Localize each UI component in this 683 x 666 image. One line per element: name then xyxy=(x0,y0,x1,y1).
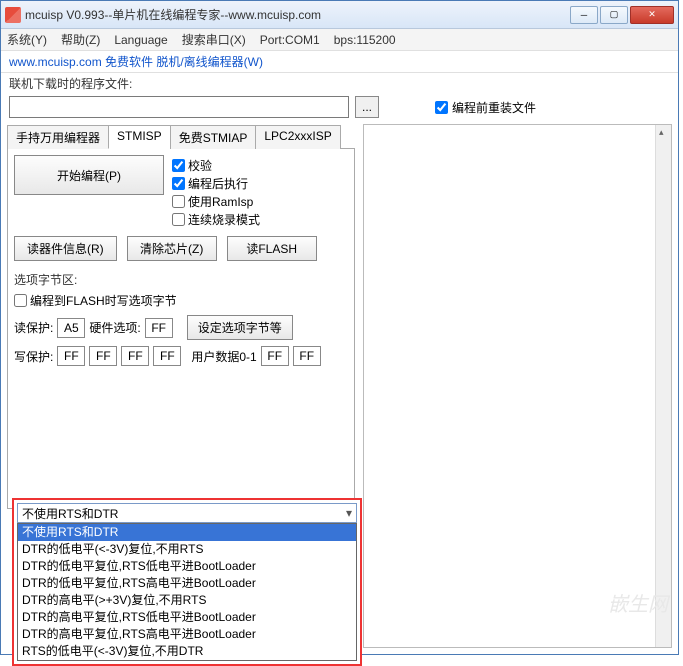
erase-button[interactable]: 清除芯片(Z) xyxy=(127,236,217,261)
runafter-checkbox[interactable] xyxy=(172,177,185,190)
verify-checkbox[interactable] xyxy=(172,159,185,172)
window-title: mcuisp V0.993--单片机在线编程专家--www.mcuisp.com xyxy=(25,6,570,23)
tab-lpc[interactable]: LPC2xxxISP xyxy=(255,125,340,149)
log-scrollbar[interactable] xyxy=(655,125,671,647)
tab-hand[interactable]: 手持万用编程器 xyxy=(7,125,109,149)
continuous-checkbox[interactable] xyxy=(172,213,185,226)
tab-stmisp[interactable]: STMISP xyxy=(108,125,171,149)
menu-bps[interactable]: bps:115200 xyxy=(334,33,396,47)
reload-checkbox[interactable] xyxy=(435,101,448,114)
continuous-checkbox-wrap[interactable]: 连续烧录模式 xyxy=(172,211,260,228)
ramisp-checkbox-wrap[interactable]: 使用RamIsp xyxy=(172,193,260,210)
read-flash-button[interactable]: 读FLASH xyxy=(227,236,317,261)
tabs: 手持万用编程器 STMISP 免费STMIAP LPC2xxxISP xyxy=(7,124,355,149)
wp-input-2[interactable] xyxy=(121,346,149,366)
write-opt-checkbox[interactable] xyxy=(14,294,27,307)
dropdown-item[interactable]: 不使用RTS和DTR xyxy=(18,524,356,541)
verify-label: 校验 xyxy=(188,157,212,174)
runafter-label: 编程后执行 xyxy=(188,175,248,192)
set-option-button[interactable]: 设定选项字节等 xyxy=(187,315,293,340)
runafter-checkbox-wrap[interactable]: 编程后执行 xyxy=(172,175,260,192)
reload-label: 编程前重装文件 xyxy=(452,99,536,116)
log-pane xyxy=(363,124,672,648)
read-info-button[interactable]: 读器件信息(R) xyxy=(14,236,117,261)
infobar: www.mcuisp.com 免费软件 脱机/离线编程器(W) xyxy=(1,51,678,73)
write-protect-label: 写保护: xyxy=(14,348,53,365)
read-protect-label: 读保护: xyxy=(14,319,53,336)
menu-language[interactable]: Language xyxy=(114,33,167,47)
menubar: 系统(Y) 帮助(Z) Language 搜索串口(X) Port:COM1 b… xyxy=(1,29,678,51)
wp-input-3[interactable] xyxy=(153,346,181,366)
tab-stmiap[interactable]: 免费STMIAP xyxy=(170,125,257,149)
info-link[interactable]: www.mcuisp.com 免费软件 脱机/离线编程器(W) xyxy=(9,53,263,70)
option-section-label: 选项字节区: xyxy=(14,271,348,288)
dtr-rts-select[interactable]: 不使用RTS和DTR xyxy=(17,503,357,523)
start-program-button[interactable]: 开始编程(P) xyxy=(14,155,164,195)
app-icon xyxy=(5,7,21,23)
dropdown-item[interactable]: DTR的低电平复位,RTS高电平进BootLoader xyxy=(18,575,356,592)
hw-option-input[interactable] xyxy=(145,318,173,338)
wp-input-1[interactable] xyxy=(89,346,117,366)
read-protect-input[interactable] xyxy=(57,318,85,338)
ramisp-label: 使用RamIsp xyxy=(188,193,253,210)
dropdown-item[interactable]: RTS的低电平(<-3V)复位,不用DTR xyxy=(18,643,356,660)
dropdown-item[interactable]: DTR的高电平复位,RTS低电平进BootLoader xyxy=(18,609,356,626)
titlebar: mcuisp V0.993--单片机在线编程专家--www.mcuisp.com… xyxy=(1,1,678,29)
close-button[interactable]: ✕ xyxy=(630,6,674,24)
ud-input-0[interactable] xyxy=(261,346,289,366)
menu-search-port[interactable]: 搜索串口(X) xyxy=(182,31,246,48)
menu-port[interactable]: Port:COM1 xyxy=(260,33,320,47)
menu-help[interactable]: 帮助(Z) xyxy=(61,31,100,48)
user-data-label: 用户数据0-1 xyxy=(191,348,256,365)
continuous-label: 连续烧录模式 xyxy=(188,211,260,228)
dropdown-item[interactable]: DTR的低电平复位,RTS低电平进BootLoader xyxy=(18,558,356,575)
dropdown-item[interactable]: DTR的高电平复位,RTS高电平进BootLoader xyxy=(18,626,356,643)
browse-button[interactable]: ... xyxy=(355,96,379,118)
minimize-button[interactable]: ─ xyxy=(570,6,598,24)
write-opt-label: 编程到FLASH时写选项字节 xyxy=(30,292,177,309)
reload-checkbox-wrap[interactable]: 编程前重装文件 xyxy=(435,99,536,116)
dtr-rts-dropdown-list: 不使用RTS和DTR DTR的低电平(<-3V)复位,不用RTS DTR的低电平… xyxy=(17,523,357,661)
verify-checkbox-wrap[interactable]: 校验 xyxy=(172,157,260,174)
tab-panel-stmisp: 开始编程(P) 校验 编程后执行 使用RamIsp 连续烧录模式 读器件信息(R… xyxy=(7,149,355,509)
ud-input-1[interactable] xyxy=(293,346,321,366)
filepath-label: 联机下载时的程序文件: xyxy=(9,77,132,91)
dropdown-item[interactable]: DTR的高电平(>+3V)复位,不用RTS xyxy=(18,592,356,609)
dtr-rts-dropdown-area: 不使用RTS和DTR 不使用RTS和DTR DTR的低电平(<-3V)复位,不用… xyxy=(12,498,362,666)
wp-input-0[interactable] xyxy=(57,346,85,366)
maximize-button[interactable]: ▢ xyxy=(600,6,628,24)
write-opt-checkbox-wrap[interactable]: 编程到FLASH时写选项字节 xyxy=(14,292,348,309)
hw-option-label: 硬件选项: xyxy=(89,319,140,336)
filepath-input[interactable] xyxy=(9,96,349,118)
dropdown-item[interactable]: DTR的低电平(<-3V)复位,不用RTS xyxy=(18,541,356,558)
ramisp-checkbox[interactable] xyxy=(172,195,185,208)
menu-system[interactable]: 系统(Y) xyxy=(7,31,47,48)
